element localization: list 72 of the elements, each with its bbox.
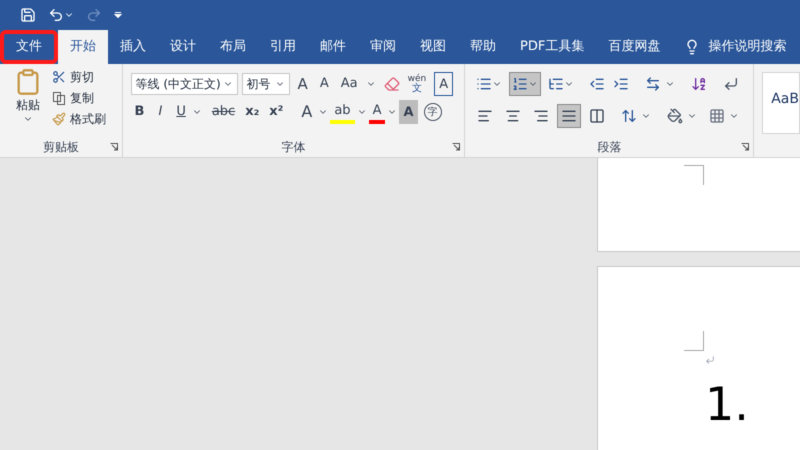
align-icon: [533, 108, 550, 124]
italic-button[interactable]: I: [154, 100, 166, 124]
save-icon[interactable]: [20, 7, 36, 23]
enclose-characters-button[interactable]: 字: [424, 103, 442, 121]
phonetic-guide-button[interactable]: wén 文: [404, 74, 430, 94]
scissors-icon: [52, 70, 66, 84]
shrink-font-button[interactable]: A: [316, 72, 333, 96]
strikethrough-button[interactable]: abc: [208, 100, 240, 124]
align-icon: [477, 108, 494, 124]
show-marks-icon[interactable]: [723, 76, 740, 92]
character-border-button[interactable]: A: [434, 72, 454, 96]
dialog-launcher-icon[interactable]: [741, 143, 750, 151]
ribbon-tab[interactable]: 视图: [408, 30, 458, 64]
group-label: 字体: [281, 139, 306, 156]
ribbon-tab[interactable]: 帮助: [458, 30, 508, 64]
style-gallery[interactable]: AaB: [762, 72, 800, 134]
list-icon: [548, 76, 564, 92]
list-icon: [476, 76, 492, 92]
line-spacing-icon[interactable]: [621, 108, 638, 124]
paragraph-mark-icon: [705, 355, 715, 365]
ribbon-tab[interactable]: 设计: [158, 30, 208, 64]
font-color-button[interactable]: A: [368, 100, 386, 124]
tell-me-search[interactable]: 操作说明搜索: [708, 37, 786, 57]
ribbon-tab[interactable]: 开始: [58, 30, 108, 64]
paste-button[interactable]: 粘贴: [8, 68, 48, 137]
group-label: 段落: [597, 139, 622, 156]
ribbon-tab[interactable]: 百度网盘: [596, 30, 672, 64]
text-effects-button[interactable]: A: [297, 100, 316, 124]
align-icon: [505, 108, 522, 124]
ribbon-tab[interactable]: 审阅: [358, 30, 408, 64]
paintbrush-icon: [52, 112, 66, 126]
change-case-button[interactable]: Aa: [336, 72, 362, 96]
superscript-button[interactable]: x²: [265, 100, 288, 124]
cut-button[interactable]: 剪切: [52, 68, 106, 86]
list-button[interactable]: [509, 72, 542, 96]
list-number: 1.: [705, 381, 749, 427]
ribbon-tab[interactable]: 邮件: [308, 30, 358, 64]
dialog-launcher-icon[interactable]: [110, 143, 118, 151]
ribbon-tab[interactable]: 插入: [108, 30, 158, 64]
crop-mark: [684, 165, 704, 185]
copy-button[interactable]: 复制: [52, 89, 106, 107]
sort-icon[interactable]: [691, 76, 708, 92]
text-direction-icon[interactable]: [645, 76, 662, 92]
ribbon-tab[interactable]: PDF工具集: [508, 30, 596, 64]
underline-button[interactable]: U: [172, 100, 190, 124]
phonetic-base: 文: [412, 84, 422, 94]
group-label: 剪贴板: [42, 139, 79, 156]
bold-button[interactable]: B: [130, 100, 148, 124]
customize-icon[interactable]: [114, 12, 122, 18]
list-icon: [512, 76, 528, 92]
font-name-dropdown[interactable]: 等线 (中文正文): [130, 73, 238, 95]
ribbon-tab[interactable]: 布局: [208, 30, 258, 64]
align-icon: [561, 108, 578, 124]
eraser-icon[interactable]: [384, 76, 400, 92]
format-painter-button[interactable]: 格式刷: [52, 110, 106, 128]
highlight-button[interactable]: ab: [330, 100, 355, 124]
copy-icon: [52, 91, 66, 105]
decrease-indent-icon[interactable]: [589, 76, 606, 92]
subscript-button[interactable]: x₂: [241, 100, 264, 124]
increase-indent-icon[interactable]: [613, 76, 630, 92]
crop-mark: [684, 331, 704, 351]
align-icon: [589, 108, 606, 124]
grow-font-button[interactable]: A: [294, 72, 312, 96]
font-size-dropdown[interactable]: 初号: [242, 73, 290, 95]
character-shading-button[interactable]: A: [399, 100, 418, 124]
paint-bucket-icon[interactable]: [667, 108, 684, 124]
undo-icon[interactable]: [48, 7, 64, 23]
redo-icon: [86, 7, 102, 23]
ribbon-tab[interactable]: 引用: [258, 30, 308, 64]
dialog-launcher-icon[interactable]: [452, 143, 460, 151]
align-button[interactable]: [557, 104, 582, 128]
borders-icon[interactable]: [709, 108, 726, 124]
